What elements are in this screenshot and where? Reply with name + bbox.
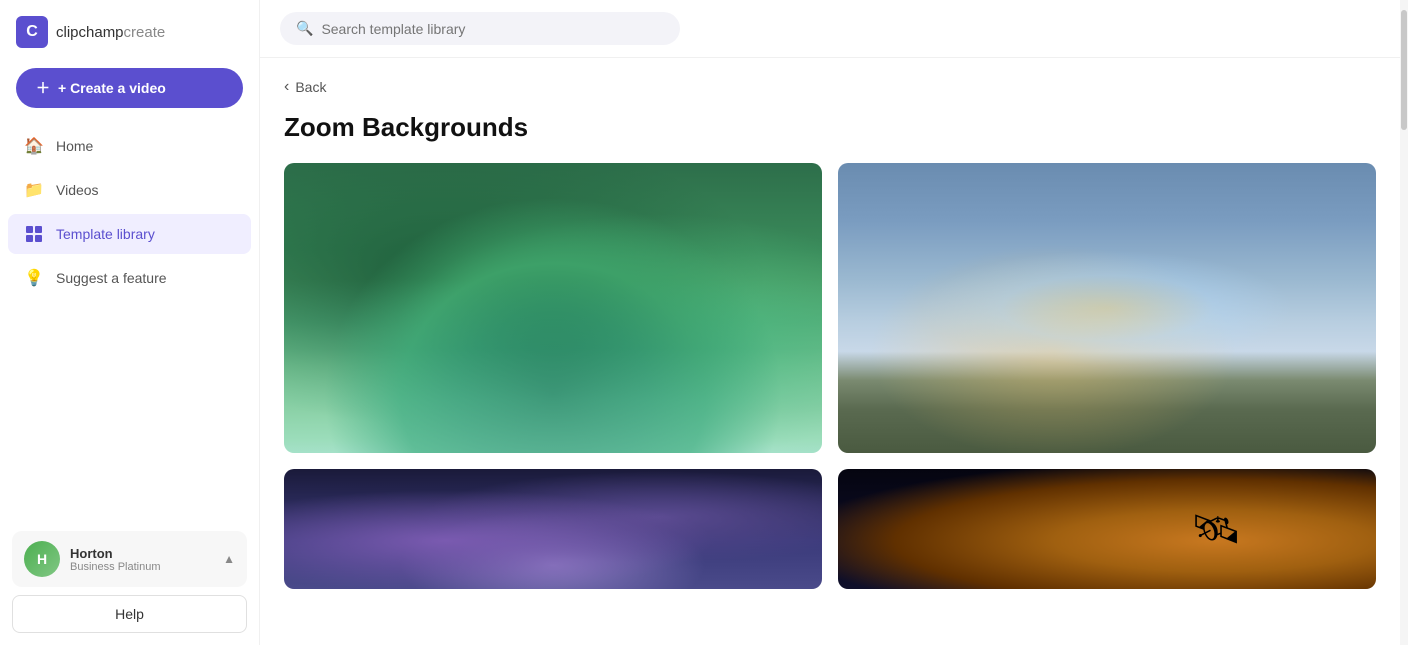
avatar: H (24, 541, 60, 577)
user-info: Horton Business Platinum (70, 546, 213, 573)
plus-icon: ＋ (36, 78, 50, 98)
sidebar-item-suggest-feature[interactable]: 💡 Suggest a feature (8, 258, 251, 298)
template-card-waterfall[interactable] (284, 163, 822, 453)
sidebar-item-template-library-label: Template library (56, 226, 155, 242)
sidebar: C clipchampcreate ＋ + Create a video 🏠 H… (0, 0, 260, 645)
help-button[interactable]: Help (12, 595, 247, 633)
sidebar-item-template-library[interactable]: Template library (8, 214, 251, 254)
back-button[interactable]: ‹ Back (284, 78, 326, 96)
sidebar-item-suggest-feature-label: Suggest a feature (56, 270, 167, 286)
sidebar-item-home[interactable]: 🏠 Home (8, 126, 251, 166)
search-box[interactable]: 🔍 (280, 12, 680, 45)
user-name: Horton (70, 546, 213, 561)
template-library-icon (24, 224, 44, 244)
main-area: 🔍 ‹ Back Zoom Backgrounds (260, 0, 1400, 645)
search-input[interactable] (321, 21, 664, 37)
template-grid (284, 163, 1376, 589)
page-title: Zoom Backgrounds (284, 112, 1376, 143)
content-area: ‹ Back Zoom Backgrounds (260, 58, 1400, 645)
sidebar-item-home-label: Home (56, 138, 93, 154)
back-arrow-icon: ‹ (284, 78, 289, 96)
sidebar-bottom: H Horton Business Platinum ▲ Help (0, 519, 259, 645)
home-icon: 🏠 (24, 136, 44, 156)
suggest-feature-icon: 💡 (24, 268, 44, 288)
logo-text: clipchampcreate (56, 24, 165, 41)
scrollbar-thumb[interactable] (1401, 10, 1407, 130)
create-button-label: + Create a video (58, 80, 166, 96)
template-card-rainbow[interactable] (838, 163, 1376, 453)
search-icon: 🔍 (296, 20, 313, 37)
scrollbar-track[interactable] (1400, 0, 1408, 645)
back-label: Back (295, 79, 326, 95)
sidebar-item-videos-label: Videos (56, 182, 99, 198)
user-card[interactable]: H Horton Business Platinum ▲ (12, 531, 247, 587)
videos-icon: 📁 (24, 180, 44, 200)
topbar: 🔍 (260, 0, 1400, 58)
template-card-satellite[interactable] (838, 469, 1376, 589)
template-card-coral[interactable] (284, 469, 822, 589)
chevron-up-icon: ▲ (223, 552, 235, 566)
sidebar-item-videos[interactable]: 📁 Videos (8, 170, 251, 210)
logo-icon: C (16, 16, 48, 48)
create-video-button[interactable]: ＋ + Create a video (16, 68, 243, 108)
user-plan: Business Platinum (70, 561, 213, 573)
logo-area: C clipchampcreate (0, 0, 259, 60)
